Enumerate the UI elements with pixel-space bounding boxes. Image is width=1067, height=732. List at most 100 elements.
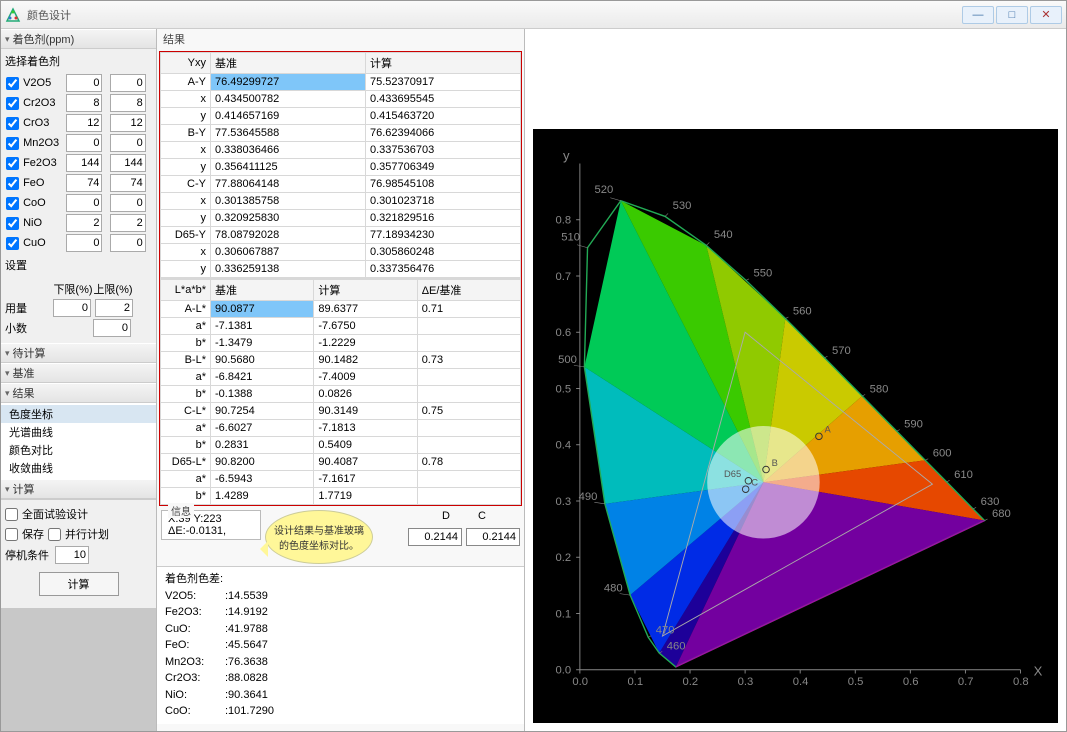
result-item-3[interactable]: 收敛曲线 xyxy=(1,459,156,477)
svg-text:510: 510 xyxy=(561,231,580,243)
app-logo-icon xyxy=(5,7,21,23)
colorant-v1-NiO[interactable] xyxy=(66,214,102,232)
svg-text:590: 590 xyxy=(904,418,923,430)
close-button[interactable]: ✕ xyxy=(1030,6,1062,24)
svg-text:520: 520 xyxy=(595,184,614,196)
svg-text:0.7: 0.7 xyxy=(958,676,974,688)
colorant-v1-Mn2O3[interactable] xyxy=(66,134,102,152)
colorant-group-header[interactable]: ▾着色剂(ppm) xyxy=(1,29,156,49)
svg-text:550: 550 xyxy=(753,268,772,280)
colorant-v1-V2O5[interactable] xyxy=(66,74,102,92)
result-header[interactable]: ▾结果 xyxy=(1,383,156,403)
colorant-v2-CoO[interactable] xyxy=(110,194,146,212)
svg-text:0.5: 0.5 xyxy=(848,676,864,688)
info-box: 信息 X:39 Y:223 ΔE:-0.0131, xyxy=(161,510,261,540)
colorant-checkbox-Mn2O3[interactable] xyxy=(6,137,19,150)
svg-text:470: 470 xyxy=(656,624,675,636)
colorant-name: NiO xyxy=(22,213,65,233)
colorant-v2-FeO[interactable] xyxy=(110,174,146,192)
colorant-checkbox-V2O5[interactable] xyxy=(6,77,19,90)
titlebar: 颜色设计 — □ ✕ xyxy=(1,1,1066,29)
svg-text:X: X xyxy=(1034,663,1043,678)
stop-condition-input[interactable] xyxy=(55,546,89,564)
usage-upper-input[interactable] xyxy=(95,299,133,317)
colorant-v1-CrO3[interactable] xyxy=(66,114,102,132)
colorant-checkbox-Fe2O3[interactable] xyxy=(6,157,19,170)
colorant-checkbox-CuO[interactable] xyxy=(6,237,19,250)
colorant-v1-CuO[interactable] xyxy=(66,234,102,252)
select-colorant-label: 选择着色剂 xyxy=(5,53,152,69)
result-item-0[interactable]: 色度坐标 xyxy=(1,405,156,423)
colorant-v1-Fe2O3[interactable] xyxy=(66,154,102,172)
colorant-name: Cr2O3 xyxy=(22,93,65,113)
calc-button[interactable]: 计算 xyxy=(39,572,119,596)
colorant-checkbox-FeO[interactable] xyxy=(6,177,19,190)
colorant-name: FeO xyxy=(22,173,65,193)
save-checkbox[interactable]: 保存 xyxy=(5,526,44,542)
colorant-checkbox-CoO[interactable] xyxy=(6,197,19,210)
svg-text:530: 530 xyxy=(673,200,692,212)
colorant-name: CoO xyxy=(22,193,65,213)
svg-text:0.4: 0.4 xyxy=(793,676,809,688)
result-item-1[interactable]: 光谱曲线 xyxy=(1,423,156,441)
minimize-button[interactable]: — xyxy=(962,6,994,24)
colorant-v1-FeO[interactable] xyxy=(66,174,102,192)
svg-text:B: B xyxy=(772,458,778,468)
color-diff-box: 着色剂色差: V2O5::14.5539Fe2O3::14.9192CuO::4… xyxy=(157,566,524,724)
d-value-input[interactable] xyxy=(408,528,462,546)
result-data-box: Yxy基准计算A-Y76.4929972775.52370917x0.43450… xyxy=(159,51,522,506)
svg-text:480: 480 xyxy=(604,582,623,594)
colorant-v2-NiO[interactable] xyxy=(110,214,146,232)
colorant-checkbox-CrO3[interactable] xyxy=(6,117,19,130)
colorant-name: V2O5 xyxy=(22,73,65,93)
window-title: 颜色设计 xyxy=(27,7,962,23)
svg-text:0.4: 0.4 xyxy=(556,440,572,452)
svg-text:0.1: 0.1 xyxy=(556,608,572,620)
decimal-input[interactable] xyxy=(93,319,131,337)
chromaticity-chart[interactable]: 4604704804905005105205305405505605705805… xyxy=(533,129,1058,723)
result-section-title: 结果 xyxy=(157,29,524,49)
svg-text:600: 600 xyxy=(933,447,952,459)
svg-text:460: 460 xyxy=(667,640,686,652)
colorant-v2-CuO[interactable] xyxy=(110,234,146,252)
full-design-checkbox[interactable]: 全面试验设计 xyxy=(5,506,152,522)
svg-text:560: 560 xyxy=(793,306,812,318)
svg-text:630: 630 xyxy=(981,496,1000,508)
left-sidebar: ▾着色剂(ppm) 选择着色剂 V2O5 Cr2O3 CrO3 Mn2O3 Fe… xyxy=(1,29,157,731)
svg-text:680: 680 xyxy=(992,508,1011,520)
colorant-v2-V2O5[interactable] xyxy=(110,74,146,92)
sidebar-empty-area xyxy=(1,608,156,731)
colorant-v1-CoO[interactable] xyxy=(66,194,102,212)
svg-text:0.5: 0.5 xyxy=(556,383,572,395)
colorant-name: Mn2O3 xyxy=(22,133,65,153)
svg-text:490: 490 xyxy=(579,491,598,503)
colorant-v2-Cr2O3[interactable] xyxy=(110,94,146,112)
svg-text:610: 610 xyxy=(954,469,973,481)
maximize-button[interactable]: □ xyxy=(996,6,1028,24)
colorant-v2-Mn2O3[interactable] xyxy=(110,134,146,152)
parallel-checkbox[interactable]: 并行计划 xyxy=(48,526,109,542)
svg-text:0.6: 0.6 xyxy=(556,327,572,339)
svg-text:A: A xyxy=(825,425,832,435)
svg-text:0.2: 0.2 xyxy=(556,552,572,564)
calc-header[interactable]: ▾计算 xyxy=(1,479,156,499)
svg-text:0.2: 0.2 xyxy=(683,676,699,688)
waitcalc-header[interactable]: ▾待计算 xyxy=(1,343,156,363)
svg-text:500: 500 xyxy=(558,354,577,366)
c-value-input[interactable] xyxy=(466,528,520,546)
usage-lower-input[interactable] xyxy=(53,299,91,317)
callout-bubble: 设计结果与基准玻璃的色度坐标对比。 xyxy=(265,510,373,564)
svg-text:0.6: 0.6 xyxy=(903,676,919,688)
svg-text:y: y xyxy=(563,148,570,163)
colorant-v1-Cr2O3[interactable] xyxy=(66,94,102,112)
svg-text:C: C xyxy=(751,477,758,487)
result-item-2[interactable]: 颜色对比 xyxy=(1,441,156,459)
svg-text:D65: D65 xyxy=(724,469,741,479)
colorant-v2-CrO3[interactable] xyxy=(110,114,146,132)
right-pane: 4604704804905005105205305405505605705805… xyxy=(525,29,1066,731)
colorant-v2-Fe2O3[interactable] xyxy=(110,154,146,172)
svg-text:0.3: 0.3 xyxy=(738,676,754,688)
colorant-checkbox-NiO[interactable] xyxy=(6,217,19,230)
base-header[interactable]: ▾基准 xyxy=(1,363,156,383)
colorant-checkbox-Cr2O3[interactable] xyxy=(6,97,19,110)
